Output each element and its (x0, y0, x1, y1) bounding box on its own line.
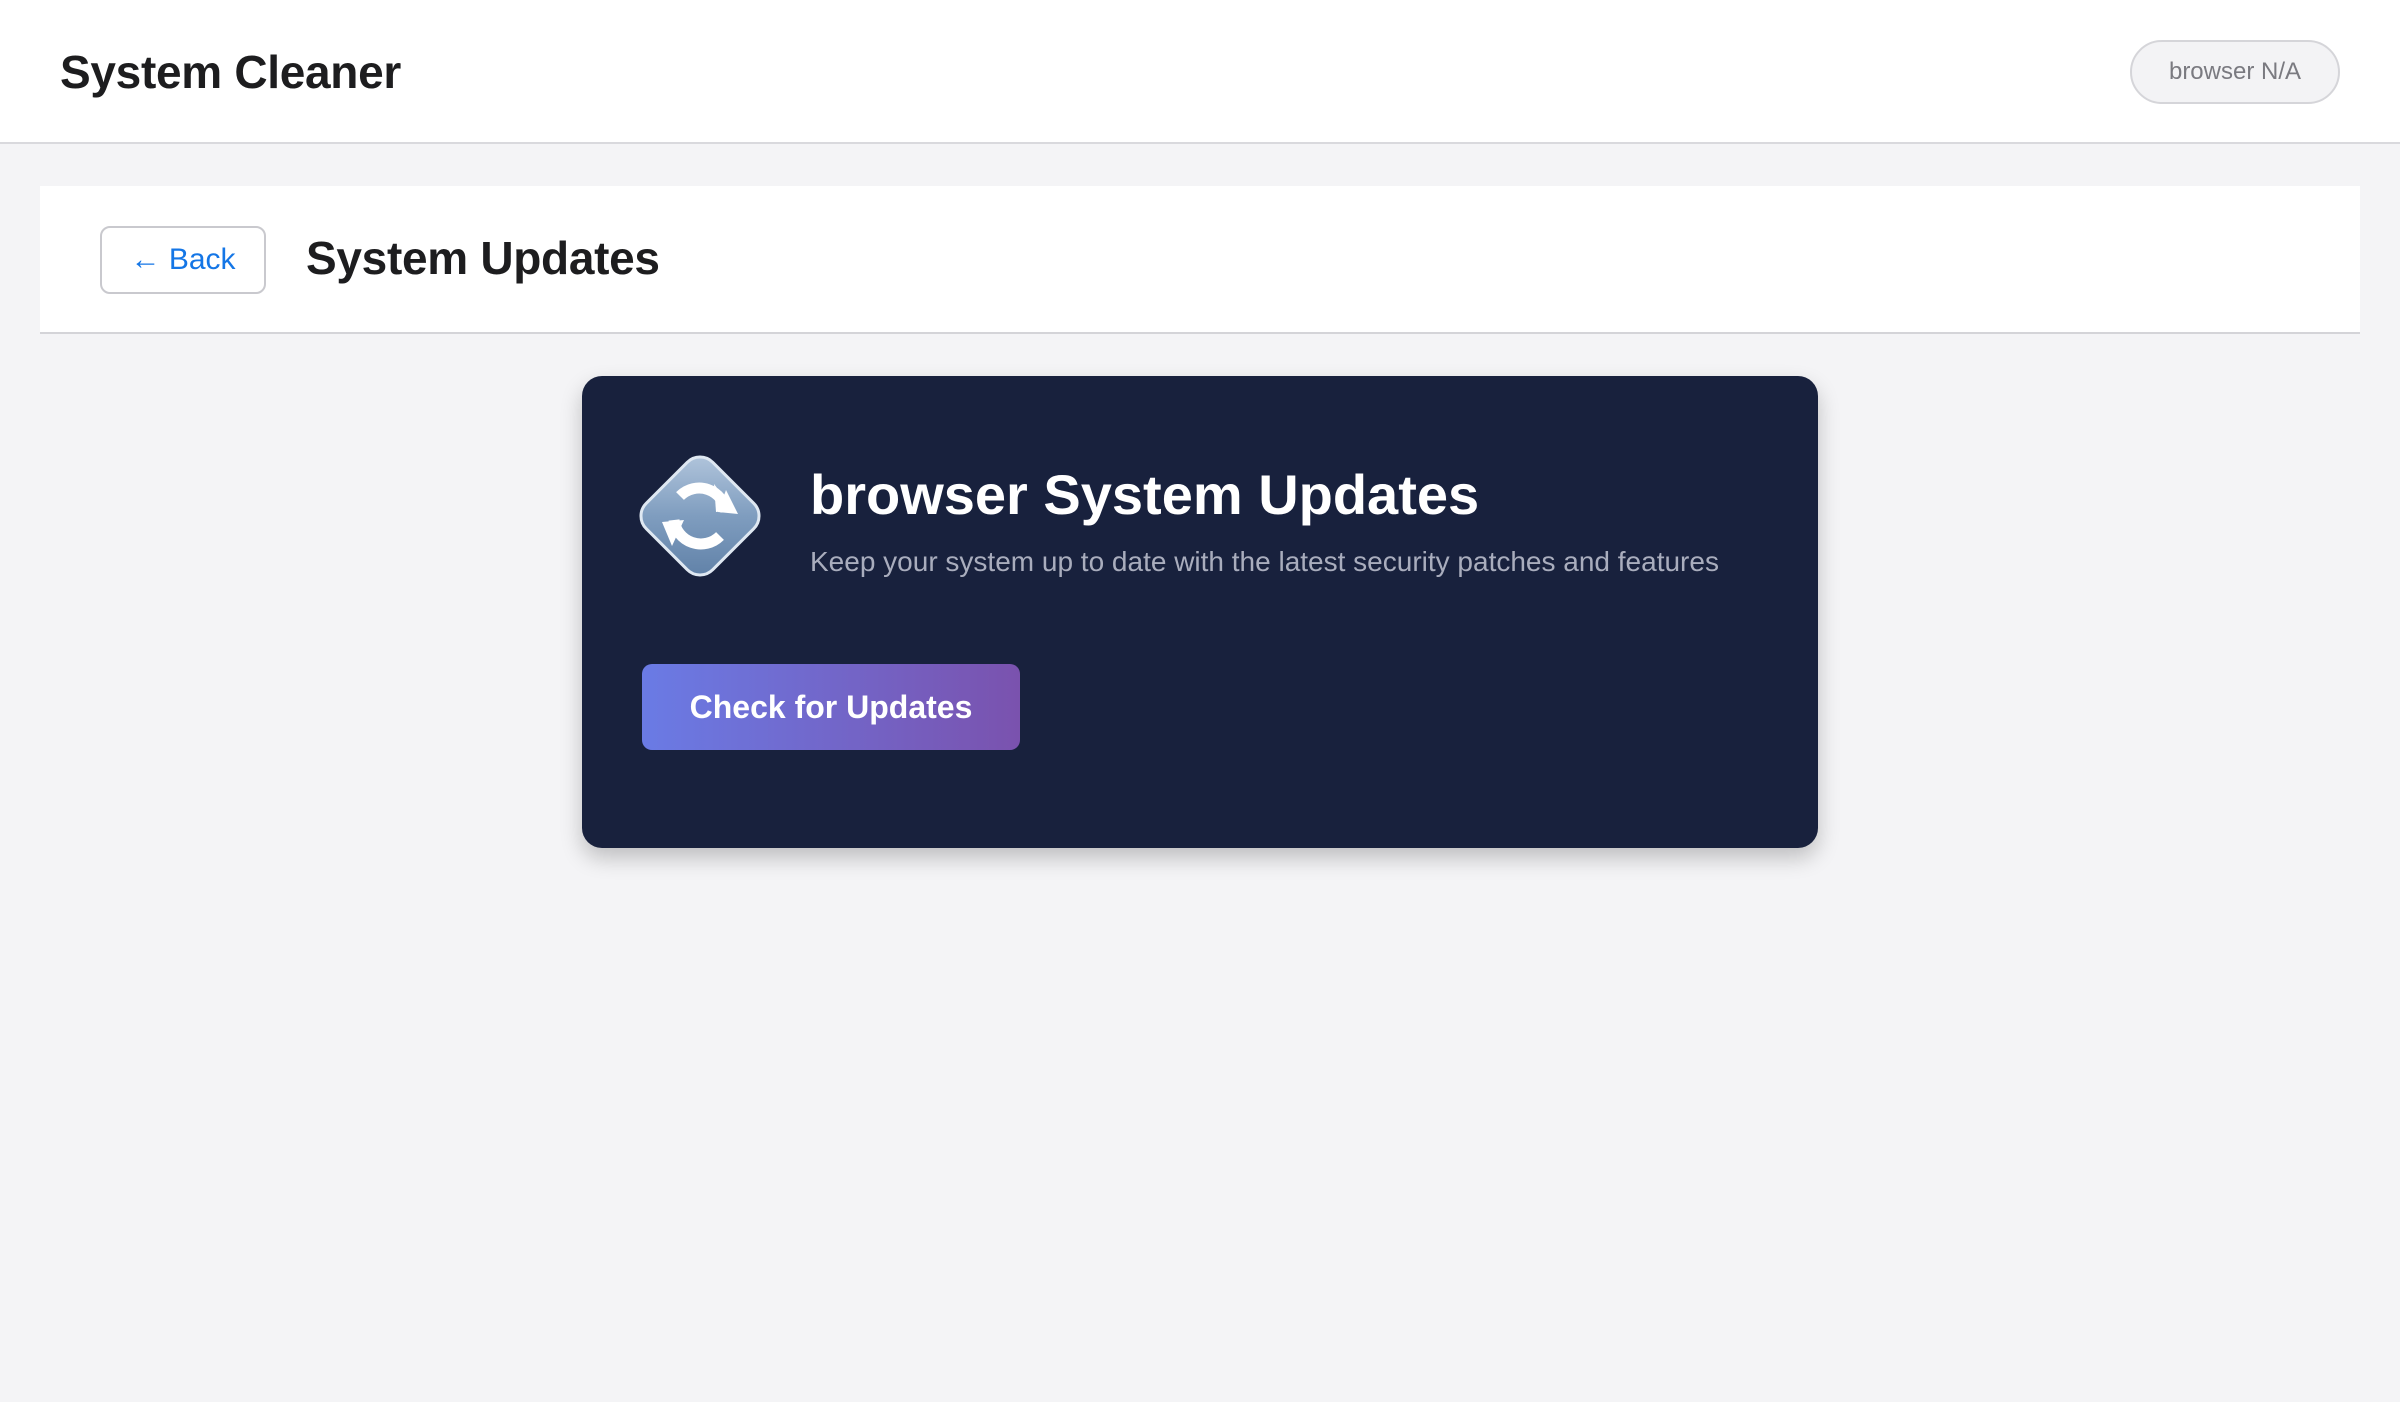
page-bar: ← Back System Updates (40, 186, 2360, 334)
browser-badge: browser N/A (2130, 40, 2340, 104)
app-header: System Cleaner browser N/A (0, 0, 2400, 144)
refresh-icon (622, 438, 778, 594)
app-title: System Cleaner (60, 46, 401, 98)
back-button[interactable]: ← Back (100, 226, 266, 294)
card-title: browser System Updates (810, 463, 1480, 526)
card-subtitle: Keep your system up to date with the lat… (810, 546, 1719, 577)
page-title: System Updates (306, 232, 660, 284)
check-for-updates-button[interactable]: Check for Updates (642, 664, 1020, 750)
system-updates-card: browser System Updates Keep your system … (582, 376, 1818, 848)
